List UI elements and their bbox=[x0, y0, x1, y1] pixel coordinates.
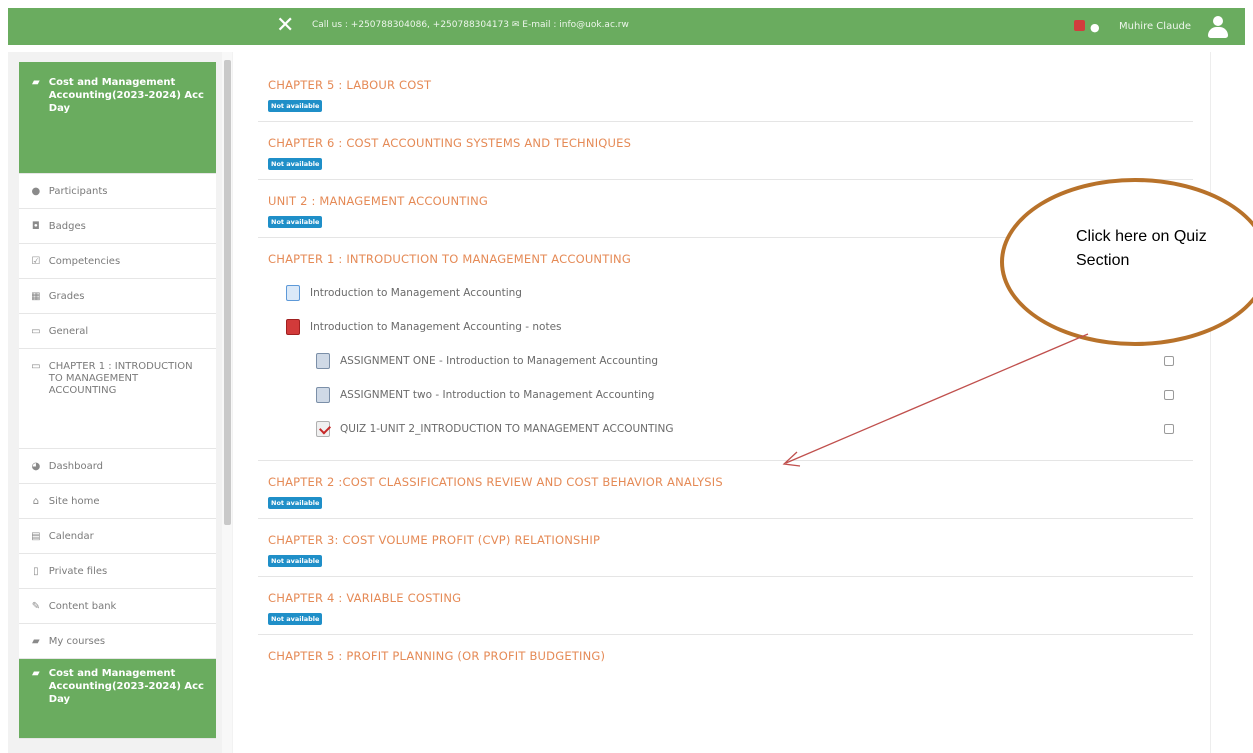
competencies-icon: ☑ bbox=[31, 255, 41, 267]
calendar-icon: ▤ bbox=[31, 530, 41, 542]
section-title[interactable]: CHAPTER 3: COST VOLUME PROFIT (CVP) RELA… bbox=[268, 533, 1183, 547]
activity-link[interactable]: ASSIGNMENT two - Introduction to Managem… bbox=[340, 389, 654, 401]
sidebar-item-label: Site home bbox=[48, 495, 100, 507]
sidebar-item-label: Private files bbox=[48, 565, 108, 577]
course-section: CHAPTER 4 : VARIABLE COSTING Not availab… bbox=[258, 577, 1193, 635]
course-content: CHAPTER 5 : LABOUR COST Not available CH… bbox=[236, 52, 1210, 753]
status-badge: Not available bbox=[268, 613, 323, 625]
sidebar-item-label: Grades bbox=[48, 290, 85, 302]
course-section: CHAPTER 5 : LABOUR COST Not available bbox=[258, 64, 1193, 122]
file-icon: ▯ bbox=[33, 565, 39, 577]
activity-item[interactable]: ASSIGNMENT ONE - Introduction to Managem… bbox=[268, 344, 1183, 378]
sidebar-item-dashboard[interactable]: ◕ Dashboard bbox=[19, 449, 216, 484]
status-badge: Not available bbox=[268, 216, 323, 228]
sidebar-item-label: Content bank bbox=[48, 600, 117, 612]
sidebar-item-label: Cost and Management Accounting(2023-2024… bbox=[48, 77, 204, 114]
sidebar-item-content-bank[interactable]: ✎ Content bank bbox=[19, 589, 216, 624]
top-bar: ✕ Call us : +250788304086, +250788304173… bbox=[8, 8, 1245, 45]
completion-checkbox[interactable] bbox=[1164, 424, 1174, 434]
sidebar-item-course[interactable]: ▰ Cost and Management Accounting(2023-20… bbox=[19, 62, 216, 174]
sidebar-item-label: Competencies bbox=[48, 255, 121, 267]
sidebar-item-participants[interactable]: ● Participants bbox=[19, 174, 216, 209]
contact-info: Call us : +250788304086, +250788304173 ✉… bbox=[312, 20, 629, 30]
status-badge: Not available bbox=[268, 158, 323, 170]
user-name[interactable]: Muhire Claude bbox=[1119, 21, 1191, 32]
sidebar-item-badges[interactable]: ◘ Badges bbox=[19, 209, 216, 244]
grades-icon: ▦ bbox=[31, 290, 41, 302]
assignment-icon bbox=[316, 387, 330, 403]
status-badge: Not available bbox=[268, 497, 323, 509]
sidebar-item-grades[interactable]: ▦ Grades bbox=[19, 279, 216, 314]
section-list: CHAPTER 5 : LABOUR COST Not available CH… bbox=[258, 64, 1193, 672]
assignment-icon bbox=[316, 353, 330, 369]
course-section: CHAPTER 3: COST VOLUME PROFIT (CVP) RELA… bbox=[258, 519, 1193, 577]
right-gutter bbox=[1210, 52, 1253, 753]
annotation-callout: Click here on Quiz Section bbox=[1000, 178, 1253, 346]
dashboard-icon: ◕ bbox=[31, 460, 41, 472]
sidebar-item-label: Badges bbox=[48, 220, 86, 232]
sidebar-item-private-files[interactable]: ▯ Private files bbox=[19, 554, 216, 589]
notification-bell-icon[interactable] bbox=[1074, 20, 1085, 31]
quiz-icon bbox=[316, 421, 330, 437]
pencil-icon: ✎ bbox=[31, 600, 41, 612]
sidebar-item-site-home[interactable]: ⌂ Site home bbox=[19, 484, 216, 519]
sidebar-item-calendar[interactable]: ▤ Calendar bbox=[19, 519, 216, 554]
badge-icon: ◘ bbox=[31, 220, 40, 232]
sidebar-item-competencies[interactable]: ☑ Competencies bbox=[19, 244, 216, 279]
sidebar-item-chapter-1[interactable]: ▭ CHAPTER 1 : INTRODUCTION TO MANAGEMENT… bbox=[19, 349, 216, 449]
drawer-scrollbar-thumb[interactable] bbox=[224, 60, 231, 525]
pdf-file-icon bbox=[286, 319, 300, 335]
user-avatar-icon[interactable] bbox=[1206, 15, 1230, 39]
close-icon[interactable]: ✕ bbox=[276, 12, 294, 40]
course-section: CHAPTER 5 : PROFIT PLANNING (OR PROFIT B… bbox=[258, 635, 1193, 672]
annotation-text: Click here on Quiz Section bbox=[1076, 228, 1207, 269]
section-title[interactable]: CHAPTER 6 : COST ACCOUNTING SYSTEMS AND … bbox=[268, 136, 1183, 150]
nav-drawer: ▰ Cost and Management Accounting(2023-20… bbox=[8, 52, 233, 753]
folder-icon: ▭ bbox=[31, 361, 41, 372]
completion-checkbox[interactable] bbox=[1164, 390, 1174, 400]
sidebar-item-label: Participants bbox=[48, 185, 108, 197]
sidebar-item-label: My courses bbox=[48, 635, 106, 647]
course-section: CHAPTER 2 :COST CLASSIFICATIONS REVIEW A… bbox=[258, 461, 1193, 519]
users-icon: ● bbox=[31, 185, 41, 197]
section-title[interactable]: CHAPTER 2 :COST CLASSIFICATIONS REVIEW A… bbox=[268, 475, 1183, 489]
messages-icon[interactable]: ● bbox=[1090, 21, 1100, 34]
sidebar-item-my-courses[interactable]: ▰ My courses bbox=[19, 624, 216, 659]
activity-link[interactable]: Introduction to Management Accounting bbox=[310, 287, 522, 299]
section-title[interactable]: CHAPTER 5 : LABOUR COST bbox=[268, 78, 1183, 92]
sidebar-item-current-course[interactable]: ▰ Cost and Management Accounting(2023-20… bbox=[19, 659, 216, 739]
section-title[interactable]: CHAPTER 5 : PROFIT PLANNING (OR PROFIT B… bbox=[268, 649, 1183, 663]
sidebar-item-general[interactable]: ▭ General bbox=[19, 314, 216, 349]
page-icon bbox=[286, 285, 300, 301]
activity-link[interactable]: Introduction to Management Accounting - … bbox=[310, 321, 562, 333]
status-badge: Not available bbox=[268, 555, 323, 567]
graduation-cap-icon: ▰ bbox=[32, 77, 40, 88]
graduation-cap-icon: ▰ bbox=[32, 668, 40, 679]
completion-checkbox[interactable] bbox=[1164, 356, 1174, 366]
graduation-cap-icon: ▰ bbox=[32, 635, 40, 647]
sidebar-item-label: CHAPTER 1 : INTRODUCTION TO MANAGEMENT A… bbox=[48, 361, 193, 396]
status-badge: Not available bbox=[268, 100, 323, 112]
moodle-course-page: ✕ Call us : +250788304086, +250788304173… bbox=[0, 0, 1253, 753]
sidebar-item-label: Dashboard bbox=[48, 460, 104, 472]
sidebar-item-label: General bbox=[48, 325, 89, 337]
folder-icon: ▭ bbox=[31, 325, 41, 337]
activity-item-quiz[interactable]: QUIZ 1-UNIT 2_INTRODUCTION TO MANAGEMENT… bbox=[268, 412, 1183, 446]
course-section: CHAPTER 6 : COST ACCOUNTING SYSTEMS AND … bbox=[258, 122, 1193, 180]
nav-list: ▰ Cost and Management Accounting(2023-20… bbox=[19, 62, 216, 739]
activity-link[interactable]: ASSIGNMENT ONE - Introduction to Managem… bbox=[340, 355, 658, 367]
quiz-link[interactable]: QUIZ 1-UNIT 2_INTRODUCTION TO MANAGEMENT… bbox=[340, 423, 674, 435]
section-title[interactable]: CHAPTER 4 : VARIABLE COSTING bbox=[268, 591, 1183, 605]
sidebar-item-label: Calendar bbox=[48, 530, 94, 542]
activity-item[interactable]: ASSIGNMENT two - Introduction to Managem… bbox=[268, 378, 1183, 412]
sidebar-item-label: Cost and Management Accounting(2023-2024… bbox=[48, 668, 204, 705]
home-icon: ⌂ bbox=[32, 495, 40, 507]
